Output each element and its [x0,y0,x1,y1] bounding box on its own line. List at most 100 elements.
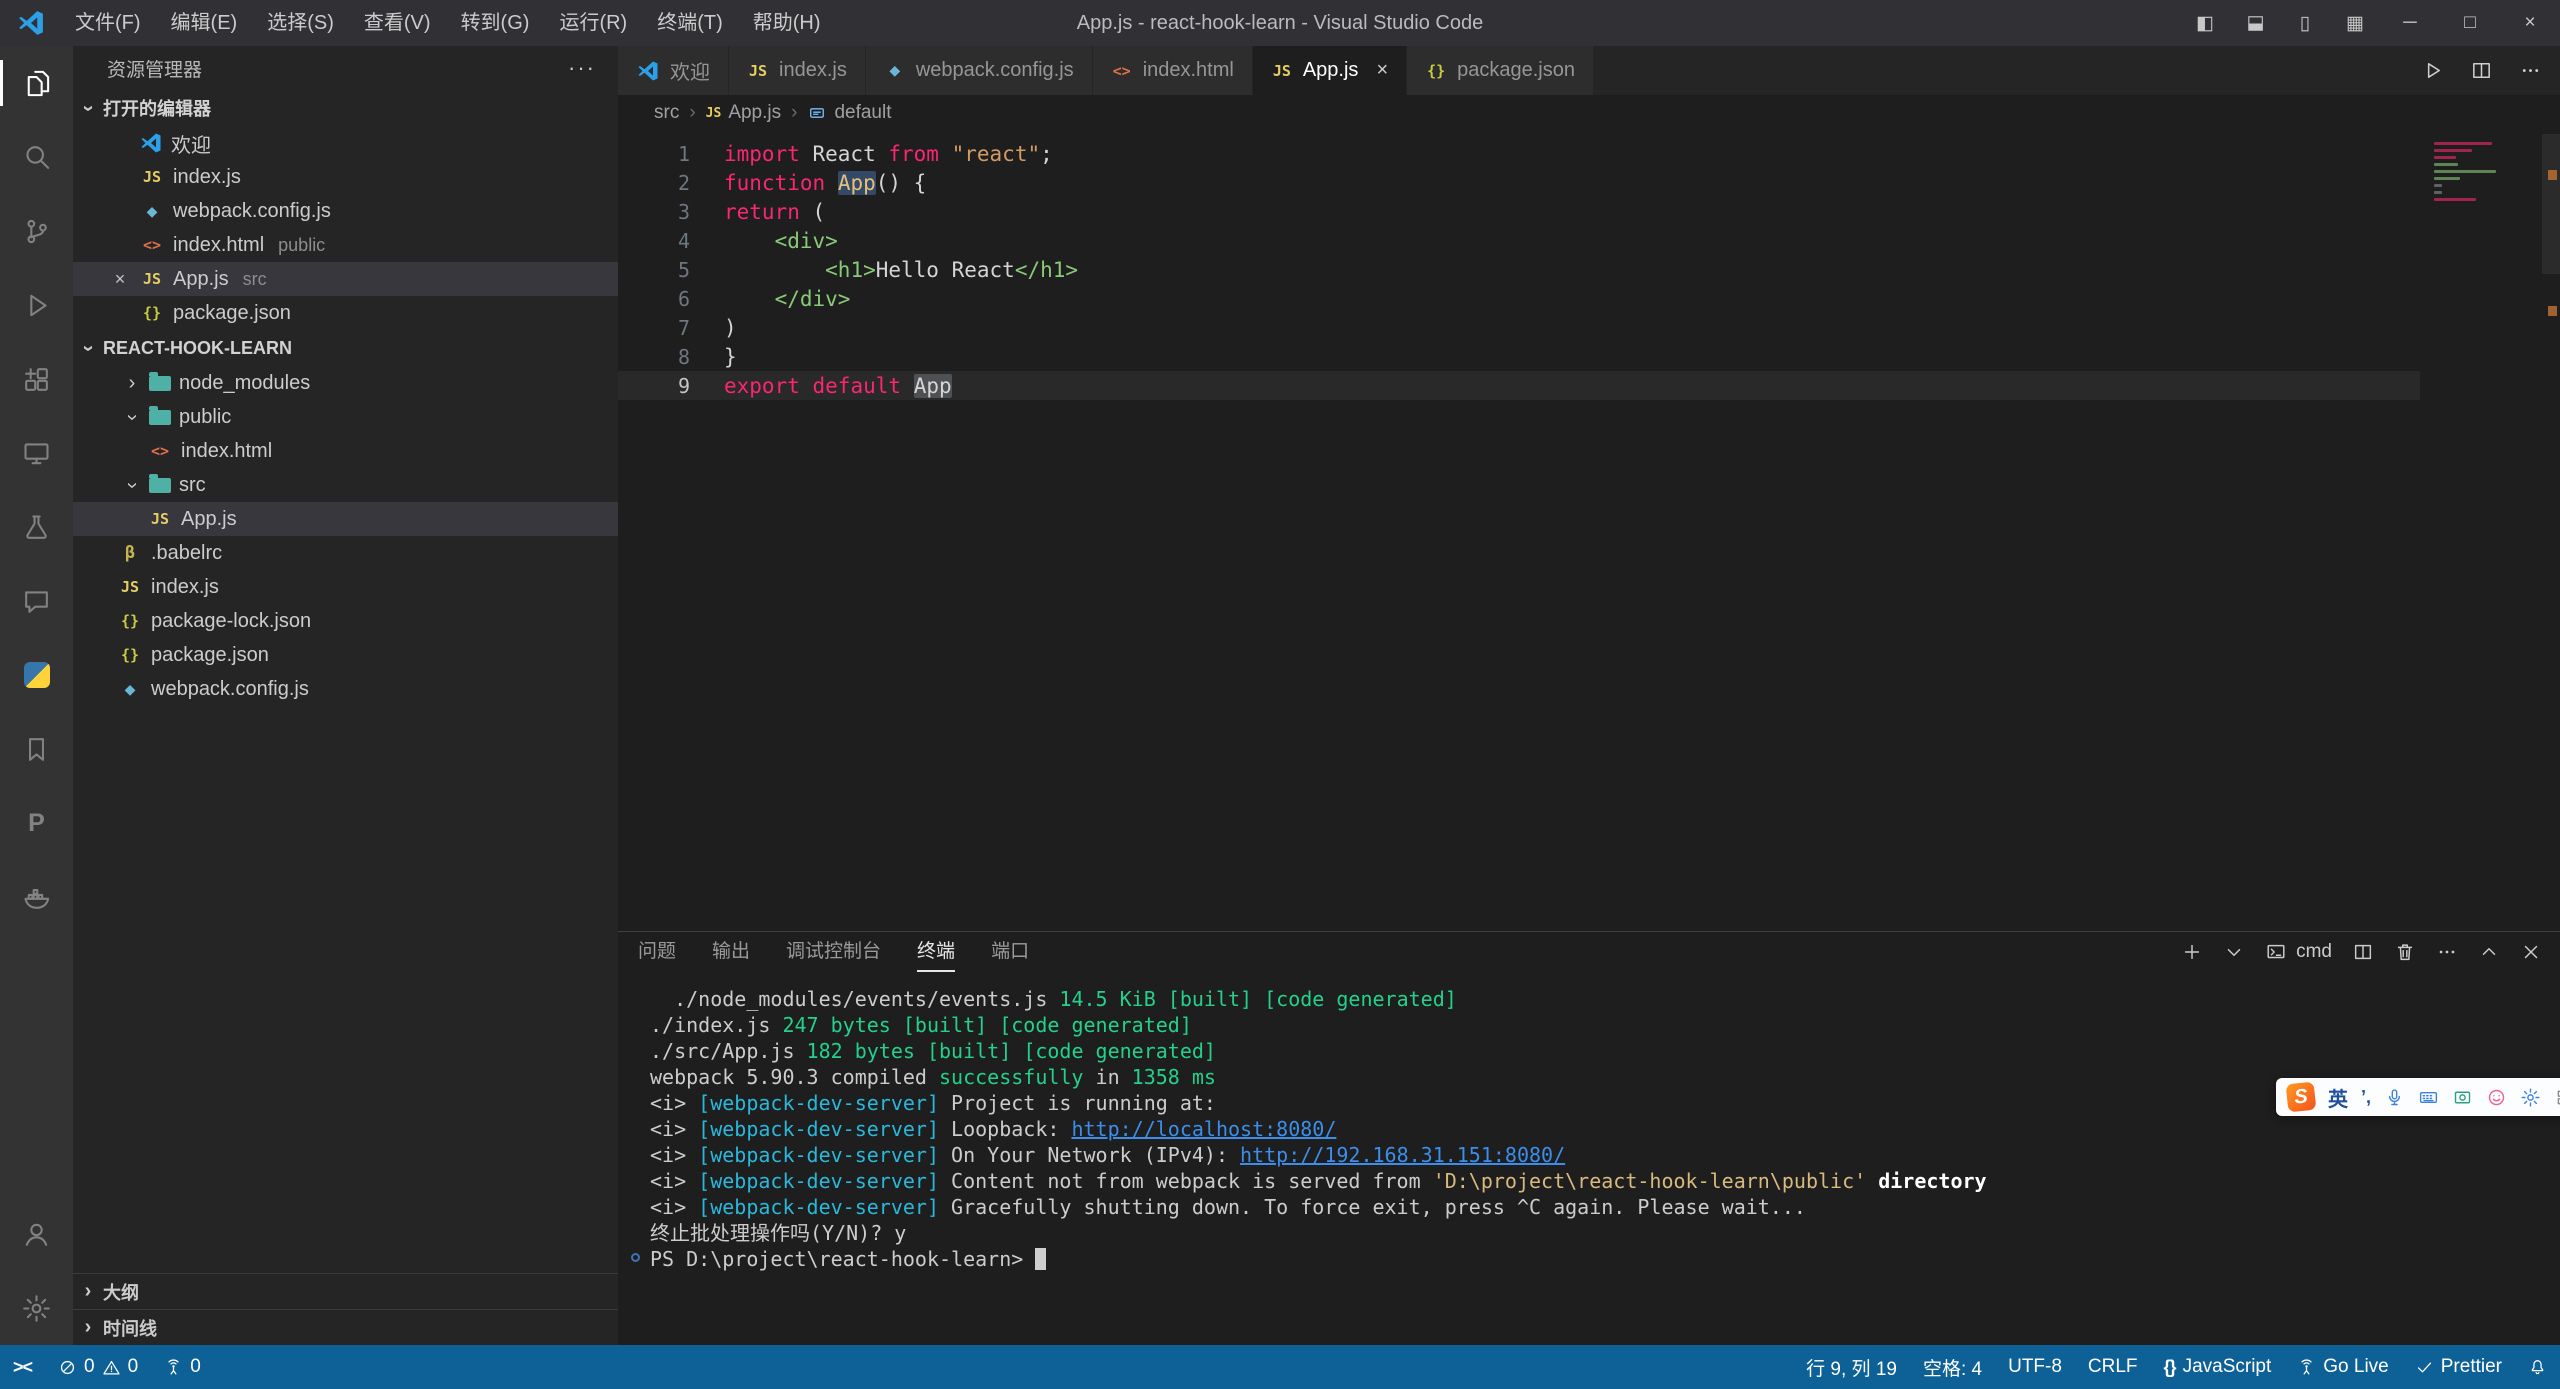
activity-run-debug[interactable] [0,268,73,342]
code-line-6[interactable]: 6 </div> [618,284,2420,313]
code-line-1[interactable]: 1import React from "react"; [618,139,2420,168]
run-icon[interactable] [2421,59,2444,82]
panel-tab-4[interactable]: 端口 [991,932,1029,972]
code-editor[interactable]: 1import React from "react";2function App… [618,131,2420,400]
activity-account[interactable] [0,1197,73,1271]
maximize-panel-button[interactable] [2478,941,2500,963]
activity-explorer[interactable] [0,46,73,120]
close-icon[interactable]: × [107,269,133,290]
open-editor-item-5[interactable]: {}package.json [73,296,618,330]
tab-[interactable]: 欢迎 [618,46,729,95]
line-number[interactable]: 9 [618,374,690,398]
close-button[interactable]: × [2500,0,2560,46]
ime-screenshot-icon[interactable] [2452,1087,2473,1108]
line-number[interactable]: 6 [618,287,690,311]
editor-scrollbar[interactable] [2542,134,2560,274]
status-go-live[interactable]: Go Live [2284,1345,2401,1389]
ime-punctuation-mode[interactable]: ’, [2361,1087,2371,1108]
panel-more-actions[interactable] [2436,941,2458,963]
code-line-5[interactable]: 5 <h1>Hello React</h1> [618,255,2420,284]
activity-extensions[interactable] [0,342,73,416]
status-notifications[interactable] [2515,1345,2560,1389]
panel-tab-0[interactable]: 问题 [638,932,676,972]
ime-language-mode[interactable]: 英 [2328,1083,2348,1112]
open-editor-item-4[interactable]: ×JSApp.jssrc [73,262,618,296]
open-editor-item-3[interactable]: <>index.htmlpublic [73,228,618,262]
maximize-button[interactable]: □ [2440,0,2500,46]
menu-item-4[interactable]: 转到(G) [446,0,545,46]
activity-bookmarks[interactable] [0,712,73,786]
status-remote-indicator[interactable]: >< [0,1345,45,1389]
activity-docker[interactable] [0,860,73,934]
menu-item-2[interactable]: 选择(S) [252,0,349,46]
code-line-4[interactable]: 4 <div> [618,226,2420,255]
line-number[interactable]: 2 [618,171,690,195]
section-timeline[interactable]: ›时间线 [73,1309,618,1345]
activity-search[interactable] [0,120,73,194]
terminal-instance-cmd[interactable]: cmd [2265,941,2332,963]
code-line-9[interactable]: 9export default App [618,371,2420,400]
line-number[interactable]: 1 [618,142,690,166]
tab-App.js[interactable]: JSApp.js× [1253,46,1407,95]
tree-item-index.js[interactable]: JSindex.js [73,570,618,604]
code-line-7[interactable]: 7) [618,313,2420,342]
terminal-profile-dropdown[interactable] [2223,941,2245,963]
activity-source-control[interactable] [0,194,73,268]
ime-grid-icon[interactable] [2554,1087,2560,1108]
sogou-logo-icon[interactable]: S [2286,1082,2317,1113]
open-editors-header[interactable]: › 打开的编辑器 [73,90,618,126]
tab-close-icon[interactable]: × [1376,59,1388,82]
split-terminal-button[interactable] [2352,941,2374,963]
status-language-mode[interactable]: {}JavaScript [2151,1345,2285,1389]
code-line-8[interactable]: 8} [618,342,2420,371]
split-editor-icon[interactable] [2470,59,2493,82]
command-decoration-icon[interactable] [631,1253,640,1262]
toggle-secondary-sidebar-button[interactable]: ▯ [2280,0,2330,46]
status-prettier[interactable]: Prettier [2402,1345,2515,1389]
menu-item-0[interactable]: 文件(F) [60,0,156,46]
line-number[interactable]: 4 [618,229,690,253]
minimap[interactable] [2434,142,2526,205]
code-line-2[interactable]: 2function App() { [618,168,2420,197]
status-encoding[interactable]: UTF-8 [1995,1345,2075,1389]
menu-item-3[interactable]: 查看(V) [349,0,446,46]
tree-item-src[interactable]: ›src [73,468,618,502]
ime-smiley-icon[interactable] [2486,1087,2507,1108]
ime-keyboard-icon[interactable] [2418,1087,2439,1108]
panel-tab-2[interactable]: 调试控制台 [786,932,881,972]
menu-item-5[interactable]: 运行(R) [544,0,642,46]
tab-webpack.config.js[interactable]: ◆webpack.config.js [866,46,1093,95]
line-number[interactable]: 7 [618,316,690,340]
activity-project-manager[interactable]: P [0,786,73,860]
status-cursor-position[interactable]: 行 9, 列 19 [1793,1345,1910,1389]
tree-item-public[interactable]: ›public [73,400,618,434]
breadcrumb-default[interactable]: default [807,102,891,124]
menu-item-7[interactable]: 帮助(H) [738,0,836,46]
status-ports[interactable]: 0 [151,1345,214,1389]
sidebar-more-icon[interactable]: ··· [568,55,596,81]
line-number[interactable]: 8 [618,345,690,369]
terminal-output[interactable]: ./node_modules/events/events.js 14.5 KiB… [618,972,2560,1345]
status-indentation[interactable]: 空格: 4 [1910,1345,1995,1389]
status-problems[interactable]: 00 [45,1345,151,1389]
activity-chat[interactable] [0,564,73,638]
breadcrumb-src[interactable]: src [654,102,679,124]
tree-item-.babelrc[interactable]: β.babelrc [73,536,618,570]
tree-item-index.html[interactable]: <>index.html [73,434,618,468]
ime-mic-icon[interactable] [2384,1087,2405,1108]
activity-test-explorer[interactable] [0,490,73,564]
tab-package.json[interactable]: {}package.json [1407,46,1594,95]
open-editor-item-1[interactable]: JSindex.js [73,160,618,194]
tree-item-App.js[interactable]: JSApp.js [73,502,618,536]
open-editor-item-0[interactable]: 欢迎 [73,126,618,160]
toggle-sidebar-button[interactable]: ◧ [2180,0,2230,46]
panel-tab-3[interactable]: 终端 [917,932,955,972]
code-line-3[interactable]: 3return ( [618,197,2420,226]
status-eol[interactable]: CRLF [2075,1345,2151,1389]
new-terminal-button[interactable] [2181,941,2203,963]
project-root-header[interactable]: › REACT-HOOK-LEARN [73,330,618,366]
ime-settings-icon[interactable] [2520,1087,2541,1108]
kill-terminal-button[interactable] [2394,941,2416,963]
tree-item-node_modules[interactable]: ›node_modules [73,366,618,400]
tab-index.html[interactable]: <>index.html [1093,46,1253,95]
